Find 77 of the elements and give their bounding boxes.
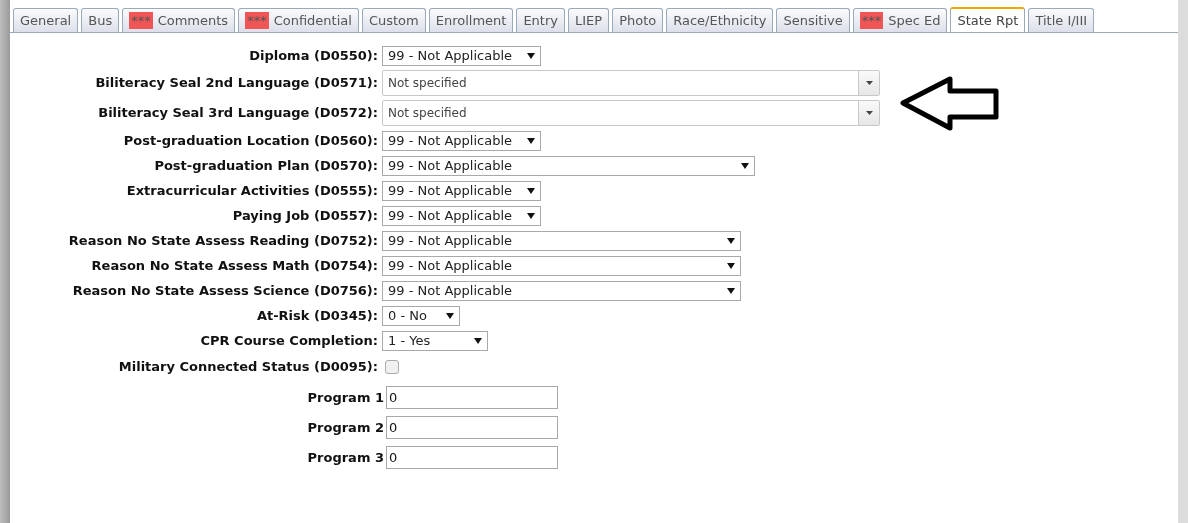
tab-label: Enrollment <box>435 11 507 30</box>
tab-label: General <box>20 11 72 30</box>
dropdown[interactable]: 99 - Not Applicable <box>382 155 755 176</box>
input-field[interactable]: 0 <box>386 416 558 439</box>
caret-icon <box>865 81 873 85</box>
tab[interactable]: State Rpt <box>950 7 1026 32</box>
field-label: Extracurricular Activities (D0555): <box>125 181 379 200</box>
caret-icon <box>865 111 873 115</box>
dropdown[interactable]: 99 - Not Applicable <box>382 230 741 251</box>
checkbox[interactable] <box>385 359 399 374</box>
tab[interactable]: *** Comments <box>122 8 236 32</box>
tab-label: Comments <box>157 11 229 30</box>
caret-icon <box>446 312 454 319</box>
field-label: Post-graduation Location (D0560): <box>122 131 379 150</box>
dropdown-button[interactable] <box>858 101 879 125</box>
tab[interactable]: Entry <box>516 8 565 32</box>
field-label: Program 3 <box>306 448 385 467</box>
caret-icon <box>527 52 535 59</box>
tab-label: Title I/III <box>1035 11 1088 30</box>
field-label: CPR Course Completion: <box>199 331 379 350</box>
tab-label: LIEP <box>575 11 603 30</box>
caret-icon <box>474 337 482 344</box>
combo-box[interactable]: Not specified <box>382 70 880 96</box>
field-label: Military Connected Status (D0095): <box>117 357 379 376</box>
field-label: Reason No State Assess Math (D0754): <box>90 256 379 275</box>
field-label: Reason No State Assess Reading (D0752): <box>67 231 379 250</box>
caret-icon <box>527 187 535 194</box>
dropdown[interactable]: 99 - Not Applicable <box>382 45 541 66</box>
field-label: Diploma (D0550): <box>248 46 379 65</box>
field-label: Post-graduation Plan (D0570): <box>153 156 379 175</box>
caret-icon <box>527 137 535 144</box>
tab[interactable]: *** Confidential <box>238 8 359 32</box>
combo-box[interactable]: Not specified <box>382 100 880 126</box>
dropdown[interactable]: 99 - Not Applicable <box>382 255 741 276</box>
dropdown[interactable]: 99 - Not Applicable <box>382 280 741 301</box>
tab[interactable]: Custom <box>361 8 426 32</box>
field-label: Program 1 <box>306 388 385 407</box>
flag-badge: *** <box>245 12 269 29</box>
tab-label: Entry <box>523 11 558 30</box>
tab-label: Race/Ethnicity <box>673 11 767 30</box>
dropdown-button[interactable] <box>858 71 879 95</box>
tab[interactable]: Title I/III <box>1028 8 1095 32</box>
tab-label: Bus <box>88 11 113 30</box>
field-label: Reason No State Assess Science (D0756): <box>71 281 379 300</box>
input-field[interactable]: 0 <box>386 386 558 409</box>
field-label: Paying Job (D0557): <box>231 206 379 225</box>
tab-label: Sensitive <box>783 11 843 30</box>
dropdown[interactable]: 99 - Not Applicable <box>382 205 541 226</box>
input-field[interactable]: 0 <box>386 446 558 469</box>
dropdown[interactable]: 1 - Yes <box>382 330 488 351</box>
caret-icon <box>727 287 735 294</box>
flag-badge: *** <box>859 12 884 29</box>
tab[interactable]: Race/Ethnicity <box>666 8 774 32</box>
tab-label: State Rpt <box>957 11 1019 30</box>
flag-badge: *** <box>129 12 153 29</box>
tab[interactable]: General <box>13 8 79 32</box>
caret-icon <box>527 212 535 219</box>
tab[interactable]: Photo <box>612 8 664 32</box>
caret-icon <box>741 162 749 169</box>
field-label: Program 2 <box>306 418 385 437</box>
tab-label: Custom <box>368 11 419 30</box>
caret-icon <box>727 237 735 244</box>
caret-icon <box>727 262 735 269</box>
tab-label: Spec Ed <box>888 11 941 30</box>
dropdown[interactable]: 0 - No <box>382 305 460 326</box>
dropdown[interactable]: 99 - Not Applicable <box>382 180 541 201</box>
dropdown[interactable]: 99 - Not Applicable <box>382 130 541 151</box>
tab[interactable]: Sensitive <box>776 8 850 32</box>
tab[interactable]: Bus <box>81 8 120 32</box>
tab-label: Confidential <box>273 11 352 30</box>
tab[interactable]: *** Spec Ed <box>852 8 948 32</box>
field-label: At-Risk (D0345): <box>255 306 379 325</box>
tab-label: Photo <box>619 11 657 30</box>
tab[interactable]: Enrollment <box>428 8 514 32</box>
tab[interactable]: LIEP <box>568 8 610 32</box>
field-label: Biliteracy Seal 2nd Language (D0571): <box>94 74 379 93</box>
field-label: Biliteracy Seal 3rd Language (D0572): <box>97 104 379 123</box>
